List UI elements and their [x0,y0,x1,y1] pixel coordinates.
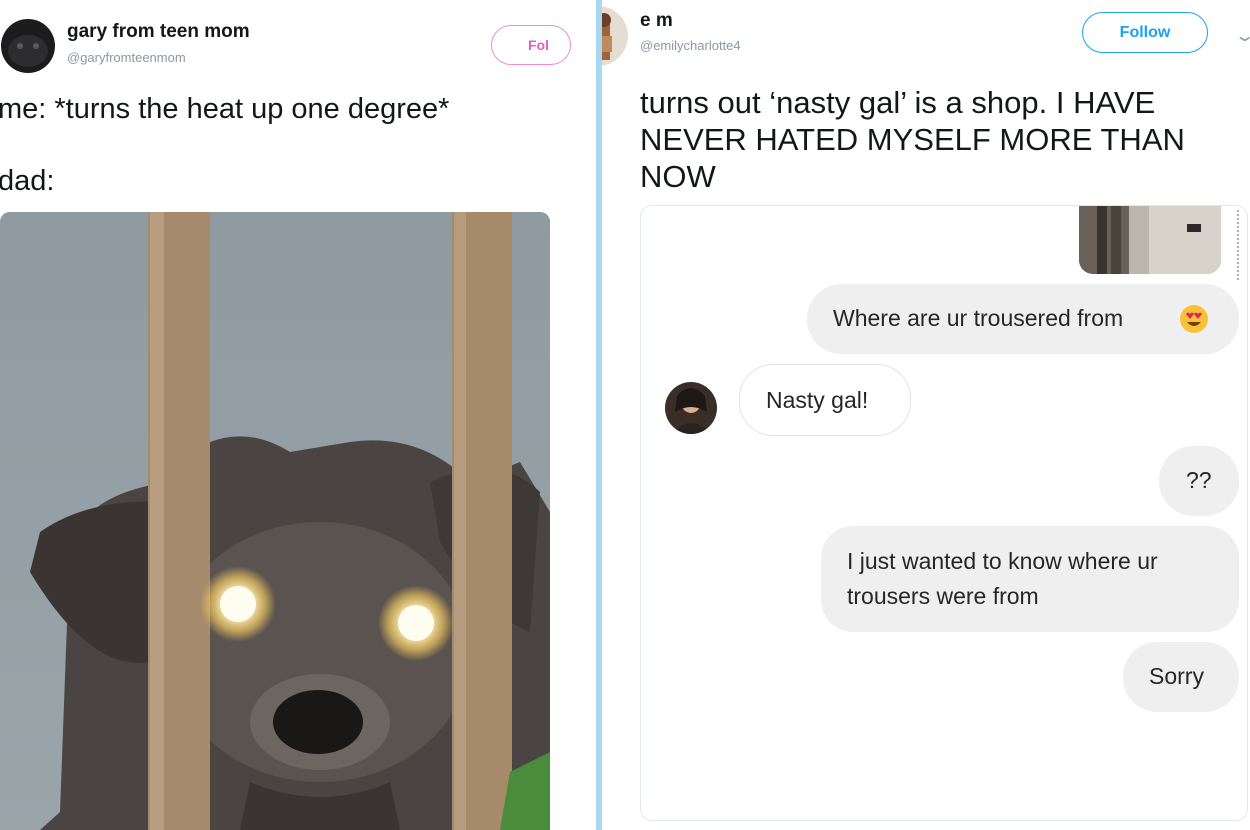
message-bubble-sent[interactable]: I just wanted to know where ur trousers … [821,526,1239,632]
message-text: ?? [1186,467,1212,493]
tweet-text-line-2: dad: [0,165,55,197]
dog-glowing-eyes-photo[interactable] [0,212,550,830]
message-text: Nasty gal! [766,387,869,413]
heart-eyes-emoji-icon [1180,305,1208,333]
message-text: Where are ur trousered from [833,305,1124,331]
message-text: I just wanted to know where ur trousers … [847,548,1158,609]
message-bubble-received[interactable]: Nasty gal! [739,364,911,436]
message-bubble-sent[interactable]: Sorry [1123,642,1239,712]
shared-photo-thumbnail[interactable] [1079,206,1221,274]
gary-handle[interactable]: @garyfromteenmom [67,50,186,65]
dm-screenshot-card[interactable]: Where are ur trousered from Nasty gal! ?… [640,205,1248,821]
sender-avatar[interactable] [665,382,717,434]
left-tweet: gary from teen mom @garyfromteenmom Fol … [0,0,596,830]
message-bubble-sent[interactable]: ?? [1159,446,1239,516]
em-handle[interactable]: @emilycharlotte4 [640,38,741,53]
gary-display-name[interactable]: gary from teen mom [67,21,250,43]
follow-button-gary[interactable]: Fol [491,25,571,65]
scroll-indicator [1237,210,1241,280]
message-text: Sorry [1149,663,1204,689]
tweet-text-line-1: me: *turns the heat up one degree* [0,93,450,125]
follow-button-em[interactable]: Follow [1082,12,1208,53]
em-avatar[interactable] [602,6,628,66]
chevron-down-icon[interactable]: ⌄ [1234,26,1250,46]
message-bubble-sent[interactable]: Where are ur trousered from [807,284,1239,354]
em-display-name[interactable]: e m [640,10,673,32]
right-tweet: e m @emilycharlotte4 Follow ⌄ turns out … [602,0,1250,830]
tweet-text: turns out ‘nasty gal’ is a shop. I HAVE … [640,85,1185,194]
gary-avatar[interactable] [1,19,55,73]
